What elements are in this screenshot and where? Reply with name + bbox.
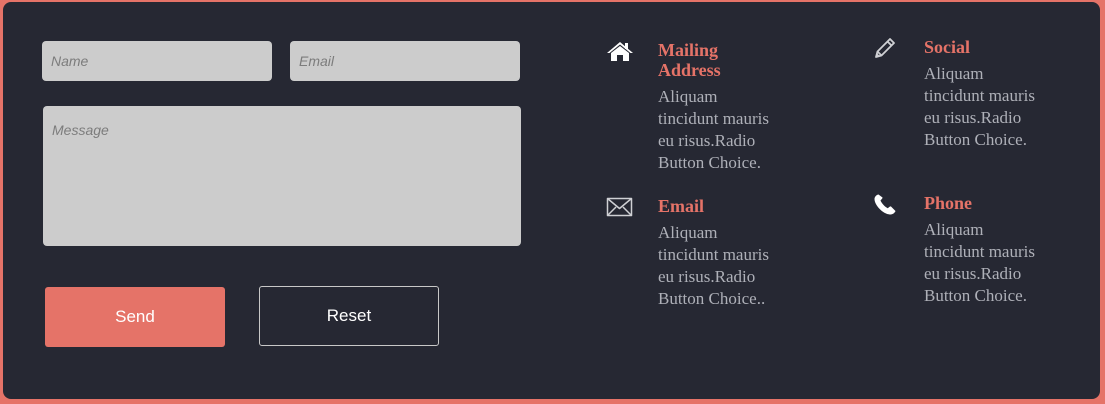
phone-block: Phone Aliquam tincidunt mauris eu risus.… [872, 193, 1042, 307]
email-text: Aliquam tincidunt mauris eu risus.Radio … [658, 223, 769, 308]
email-block: Email Aliquam tincidunt mauris eu risus.… [606, 196, 776, 310]
social-title: Social [924, 37, 971, 57]
send-button[interactable]: Send [45, 287, 225, 347]
contact-panel: Send Reset Mailing Address Aliquam tinci… [3, 2, 1100, 399]
email-title: Email [658, 196, 705, 216]
email-input[interactable] [290, 41, 520, 81]
phone-icon [872, 193, 900, 217]
mailing-address-text: Aliquam tincidunt mauris eu risus.Radio … [658, 87, 769, 172]
social-text: Aliquam tincidunt mauris eu risus.Radio … [924, 64, 1035, 149]
name-input[interactable] [42, 41, 272, 81]
social-block: Social Aliquam tincidunt mauris eu risus… [872, 37, 1042, 151]
mailing-address-block: Mailing Address Aliquam tincidunt mauris… [606, 40, 776, 174]
envelope-icon [606, 196, 634, 220]
pencil-icon [872, 37, 900, 61]
message-textarea[interactable] [43, 106, 521, 246]
home-icon [606, 40, 634, 64]
mailing-address-title: Mailing Address [658, 40, 721, 80]
reset-button[interactable]: Reset [259, 286, 439, 346]
phone-title: Phone [924, 193, 973, 213]
phone-text: Aliquam tincidunt mauris eu risus.Radio … [924, 220, 1035, 305]
